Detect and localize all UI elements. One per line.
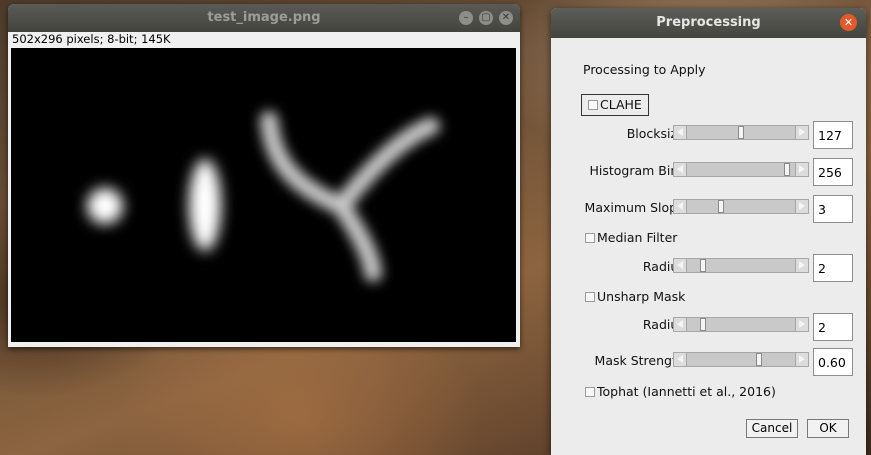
dialog-titlebar[interactable]: Preprocessing ✕ xyxy=(551,8,866,38)
histogram-bins-label: Histogram Bins: xyxy=(589,163,689,178)
image-canvas[interactable] xyxy=(11,48,516,342)
image-window-titlebar[interactable]: test_image.png – ▢ ✕ xyxy=(8,4,520,32)
maximum-slope-slider[interactable] xyxy=(673,199,809,214)
tophat-label: Tophat (Iannetti et al., 2016) xyxy=(597,384,776,399)
maximize-icon[interactable]: ▢ xyxy=(479,11,493,25)
mask-strength-slider[interactable] xyxy=(673,352,809,367)
mask-strength-label: Mask Strength: xyxy=(594,353,689,368)
unsharp-mask-label: Unsharp Mask xyxy=(597,289,686,304)
median-radius-slider[interactable] xyxy=(673,258,809,273)
maximum-slope-label: Maximum Slope: xyxy=(584,200,689,215)
unsharp-radius-label: Radius: xyxy=(642,317,689,332)
close-icon[interactable]: ✕ xyxy=(499,11,513,25)
checkbox-box[interactable] xyxy=(585,233,595,243)
slider-thumb[interactable] xyxy=(700,259,707,272)
cancel-button[interactable]: Cancel xyxy=(746,419,798,438)
image-info: 502x296 pixels; 8-bit; 145K xyxy=(12,32,171,46)
clahe-checkbox[interactable]: CLAHE xyxy=(581,94,649,116)
blocksize-field[interactable] xyxy=(813,121,853,149)
tophat-checkbox[interactable]: Tophat (Iannetti et al., 2016) xyxy=(585,384,776,399)
checkbox-box[interactable] xyxy=(585,292,595,302)
unsharp-mask-checkbox[interactable]: Unsharp Mask xyxy=(585,289,685,304)
median-radius-label: Radius: xyxy=(642,259,689,274)
slider-thumb[interactable] xyxy=(700,318,707,331)
blocksize-label: Blocksize: xyxy=(626,126,689,141)
unsharp-radius-slider[interactable] xyxy=(673,317,809,332)
histogram-bins-slider[interactable] xyxy=(673,162,809,177)
image-content xyxy=(11,48,516,342)
image-window-title: test_image.png xyxy=(207,10,321,25)
slider-right-arrow-icon[interactable] xyxy=(795,163,808,176)
slider-thumb[interactable] xyxy=(738,126,744,139)
mask-strength-field[interactable] xyxy=(813,348,853,376)
unsharp-radius-field[interactable] xyxy=(813,313,853,341)
checkbox-box[interactable] xyxy=(585,387,595,397)
maximum-slope-field[interactable] xyxy=(813,195,853,223)
clahe-label: CLAHE xyxy=(600,97,642,112)
slider-left-arrow-icon[interactable] xyxy=(674,163,687,176)
slider-left-arrow-icon[interactable] xyxy=(674,353,687,366)
ok-button[interactable]: OK xyxy=(807,419,849,438)
slider-thumb[interactable] xyxy=(717,200,724,213)
slider-thumb[interactable] xyxy=(783,163,790,176)
slider-left-arrow-icon[interactable] xyxy=(674,200,687,213)
slider-right-arrow-icon[interactable] xyxy=(795,353,808,366)
blocksize-slider[interactable] xyxy=(673,125,809,140)
slider-right-arrow-icon[interactable] xyxy=(795,200,808,213)
preprocessing-dialog: Preprocessing ✕ Processing to Apply CLAH… xyxy=(551,8,866,455)
image-window: test_image.png – ▢ ✕ 502x296 pixels; 8-b… xyxy=(8,4,520,347)
median-radius-field[interactable] xyxy=(813,254,853,282)
minimize-icon[interactable]: – xyxy=(459,11,473,25)
blob-round xyxy=(87,188,123,224)
slider-left-arrow-icon[interactable] xyxy=(674,126,687,139)
median-filter-label: Median Filter xyxy=(597,230,678,245)
slider-thumb[interactable] xyxy=(756,353,763,366)
median-filter-checkbox[interactable]: Median Filter xyxy=(585,230,677,245)
slider-right-arrow-icon[interactable] xyxy=(795,318,808,331)
close-icon[interactable]: ✕ xyxy=(840,14,857,31)
histogram-bins-field[interactable] xyxy=(813,158,853,186)
slider-right-arrow-icon[interactable] xyxy=(795,126,808,139)
slider-right-arrow-icon[interactable] xyxy=(795,259,808,272)
blob-oval xyxy=(189,159,221,251)
slider-left-arrow-icon[interactable] xyxy=(674,259,687,272)
checkbox-box[interactable] xyxy=(588,100,598,110)
dialog-title: Preprocessing xyxy=(656,15,761,30)
slider-left-arrow-icon[interactable] xyxy=(674,318,687,331)
processing-heading: Processing to Apply xyxy=(583,62,706,77)
